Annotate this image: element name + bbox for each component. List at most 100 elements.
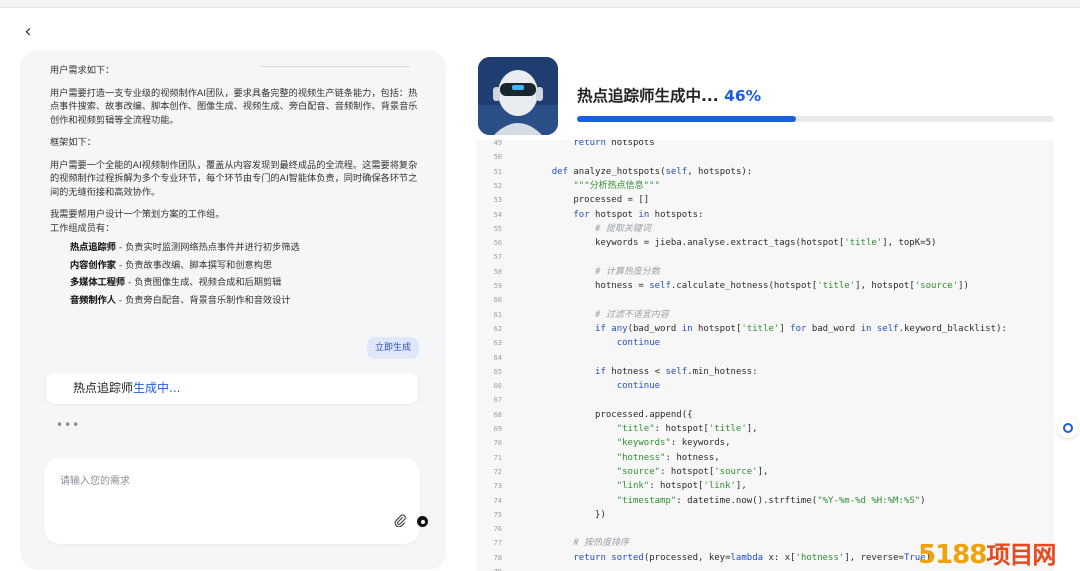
divider: [260, 66, 410, 67]
line-number: 49: [493, 140, 502, 147]
code-line: 72 "source": hotspot['source'],: [476, 465, 1054, 479]
generation-status-card: 热点追踪师生成中...: [46, 373, 418, 404]
code-text: # 计算热度分数: [530, 266, 660, 277]
code-text: if any(bad_word in hotspot['title'] for …: [595, 323, 1007, 334]
code-line: 57: [476, 250, 1054, 264]
line-number: 58: [493, 267, 502, 276]
line-number: 70: [493, 439, 502, 448]
code-text: processed.append({: [530, 409, 693, 420]
agent-avatar: [478, 57, 558, 135]
line-number: 62: [493, 324, 502, 333]
line-number: 75: [493, 510, 502, 519]
send-icon[interactable]: [417, 516, 428, 527]
line-number: 63: [493, 339, 502, 348]
browser-toolbar-strip: [0, 0, 1080, 8]
code-text: return sorted(processed, key=lambda x: x…: [573, 552, 932, 563]
code-text: if hotness < self.min_hotness:: [595, 366, 758, 377]
code-text: "hotness": hotness,: [616, 452, 720, 463]
code-text: "source": hotspot['source'],: [616, 466, 769, 477]
code-line: 66 continue: [476, 379, 1054, 393]
code-line: 64: [476, 351, 1054, 365]
member-item: 热点追踪师 - 负责实时监测网络热点事件并进行初步筛选: [70, 241, 420, 255]
watermark-logo: 5188项目网: [918, 535, 1056, 570]
code-text: "timestamp": datetime.now().strftime("%Y…: [616, 495, 926, 506]
line-number: 54: [493, 210, 502, 219]
member-desc: - 负责图像生成、视频合成和后期剪辑: [125, 277, 282, 288]
code-text: processed = []: [530, 195, 650, 206]
member-list: 热点追踪师 - 负责实时监测网络热点事件并进行初步筛选 内容创作家 - 负责故事…: [70, 241, 420, 307]
progress-fill: [577, 116, 797, 122]
line-number: 66: [493, 382, 502, 391]
code-text: # 过滤不适宜内容: [530, 309, 669, 320]
code-text: return hotspots: [573, 140, 655, 148]
line-number: 79: [482, 565, 502, 571]
code-text: continue: [616, 381, 661, 392]
line-number: 71: [493, 453, 502, 462]
code-text: keywords = jieba.analyse.extract_tags(ho…: [530, 238, 937, 249]
code-text: "title": hotspot['title'],: [616, 424, 758, 434]
code-line: 56 keywords = jieba.analyse.extract_tags…: [476, 236, 1054, 250]
code-text: }): [530, 509, 606, 520]
code-line: 55 # 提取关键词: [476, 222, 1054, 236]
line-number: 78: [493, 553, 502, 562]
member-desc: - 负责实时监测网络热点事件并进行初步筛选: [115, 242, 300, 253]
prompt-requirement: 用户需要打造一支专业级的视频制作AI团队，要求具备完整的视频生产链条能力，包括：…: [50, 87, 418, 126]
line-number: 57: [493, 253, 502, 262]
generate-now-button[interactable]: 立即生成: [367, 337, 419, 359]
paperclip-icon[interactable]: [393, 514, 407, 528]
watermark-number: 5188: [918, 540, 987, 570]
code-line: 69 "title": hotspot['title'],: [476, 422, 1054, 436]
code-line: 75 }): [476, 508, 1054, 522]
code-line: 71 "hotness": hotness,: [476, 451, 1054, 465]
line-number: 51: [493, 167, 502, 176]
code-line: 60: [476, 293, 1054, 307]
typing-indicator: •••: [56, 418, 81, 432]
line-number: 50: [493, 153, 502, 162]
line-number: 69: [493, 425, 502, 433]
code-line: 54 for hotspot in hotspots:: [476, 208, 1054, 222]
code-line: 52 """分析热点信息""": [476, 179, 1054, 193]
member-name: 音频制作人: [70, 294, 116, 306]
back-chevron-icon[interactable]: ‹: [18, 22, 38, 42]
code-line: 65 if hotness < self.min_hotness:: [476, 365, 1054, 379]
line-number: 52: [493, 181, 502, 190]
line-number: 74: [493, 496, 502, 505]
code-line: 61 # 过滤不适宜内容: [476, 308, 1054, 322]
code-line: 67: [476, 393, 1054, 407]
member-name: 热点追踪师: [70, 242, 116, 253]
code-text: hotness = self.calculate_hotness(hotspot…: [530, 281, 969, 291]
member-desc: - 负责故事改编、脚本撰写和创意构思: [115, 259, 273, 271]
assistant-float-button[interactable]: [1058, 418, 1078, 438]
member-item: 音频制作人 - 负责旁白配音、背景音乐制作和音效设计: [70, 294, 420, 308]
line-number: 53: [493, 196, 502, 205]
code-line: 51 def analyze_hotspots(self, hotspots):: [476, 165, 1054, 179]
prompt-message: 用户需求如下： 用户需要打造一支专业级的视频制作AI团队，要求具备完整的视频生产…: [50, 64, 420, 311]
member-desc: - 负责旁白配音、背景音乐制作和音效设计: [115, 294, 291, 306]
code-text: continue: [616, 338, 661, 349]
line-number: 73: [493, 482, 502, 491]
code-line: 73 "link": hotspot['link'],: [476, 479, 1054, 493]
status-state: 生成中...: [133, 381, 181, 395]
progress-title: 热点追踪师生成中... 46%: [577, 84, 761, 106]
member-item: 多媒体工程师 - 负责图像生成、视频合成和后期剪辑: [70, 276, 420, 290]
progress-bar: [577, 116, 1054, 122]
code-line: 58 # 计算热度分数: [476, 265, 1054, 279]
watermark-text: 项目网: [986, 541, 1056, 569]
chat-panel: 用户需求如下： 用户需要打造一支专业级的视频制作AI团队，要求具备完整的视频生产…: [20, 50, 446, 570]
progress-label: 热点追踪师生成中...: [577, 87, 719, 105]
progress-percent: 46%: [724, 87, 762, 105]
member-item: 内容创作家 - 负责故事改编、脚本撰写和创意构思: [70, 259, 420, 273]
member-name: 内容创作家: [70, 259, 116, 271]
code-text: """分析热点信息""": [573, 180, 660, 191]
requirement-input[interactable]: [60, 472, 360, 490]
code-text: "link": hotspot['link'],: [616, 481, 747, 492]
line-number: 67: [493, 396, 502, 405]
workgroup-heading: 工作组成员有：: [50, 222, 115, 234]
code-viewer[interactable]: 49 return hotspots 50 51 def analyze_hotsp…: [476, 140, 1054, 571]
framework-heading: 框架如下：: [50, 137, 96, 148]
line-number: 55: [493, 224, 502, 233]
code-line: 70 "keywords": keywords,: [476, 436, 1054, 450]
status-agent-name: 热点追踪师: [73, 381, 134, 395]
code-line: 63 continue: [476, 336, 1054, 350]
code-line: 74 "timestamp": datetime.now().strftime(…: [476, 494, 1054, 508]
